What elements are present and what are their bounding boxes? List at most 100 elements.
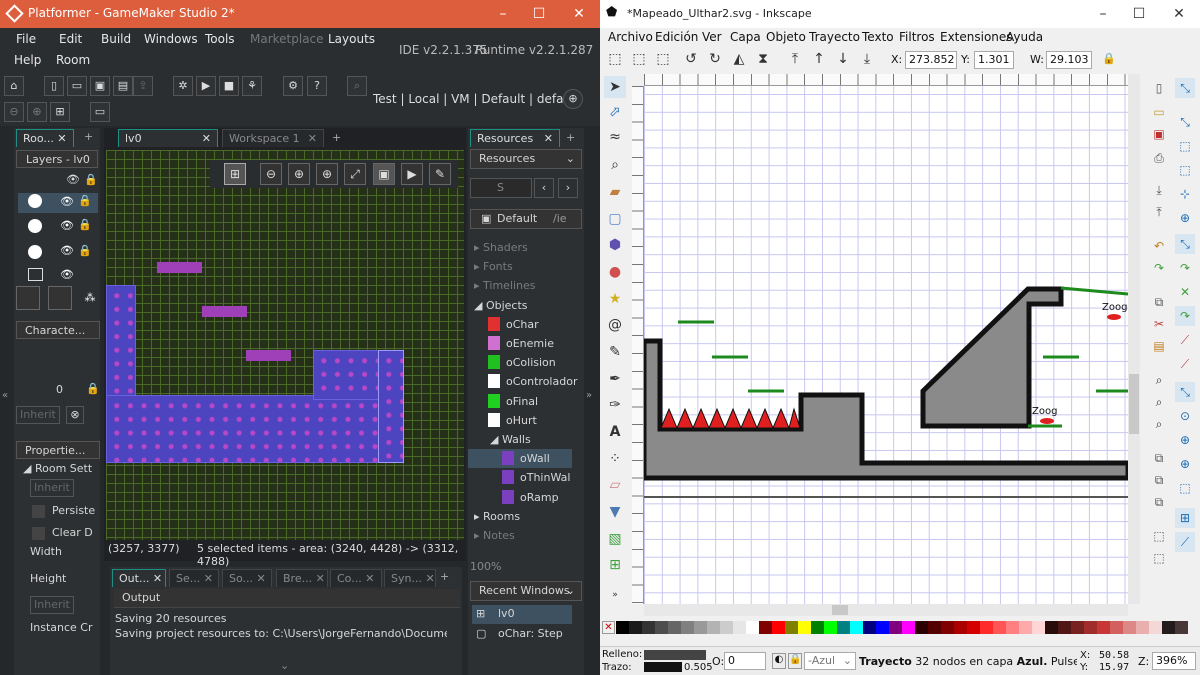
snap-bbox-edge-icon[interactable]: ⬚ bbox=[1175, 136, 1195, 156]
unlink-clone-icon[interactable]: ⧉ bbox=[1149, 492, 1169, 512]
tab-source-control[interactable]: So... ✕ bbox=[222, 569, 272, 587]
menu-capa[interactable]: Capa bbox=[730, 30, 761, 44]
fit-view-icon[interactable]: ⤢ bbox=[344, 163, 366, 185]
resource-item[interactable]: oThinWal bbox=[468, 468, 572, 487]
snap-toggle-icon[interactable]: ⤡ bbox=[1175, 78, 1195, 98]
properties-tab[interactable]: Propertie... bbox=[16, 441, 100, 459]
snap-object-center-icon[interactable]: ⊙ bbox=[1175, 406, 1195, 426]
palette-swatch[interactable] bbox=[1175, 621, 1188, 634]
select-all-layers-icon[interactable]: ⬚ bbox=[628, 48, 650, 70]
palette-swatch[interactable] bbox=[681, 621, 694, 634]
recent-item-lv0[interactable]: ⊞ lv0 bbox=[472, 605, 572, 624]
x-field[interactable]: 273.852 bbox=[905, 51, 957, 69]
selected-wall-tiles[interactable] bbox=[378, 350, 404, 463]
home-icon[interactable]: ⌂ bbox=[4, 76, 24, 96]
menu-ver[interactable]: Ver bbox=[702, 30, 722, 44]
layers-dropdown[interactable]: Layers - lv0 bbox=[16, 150, 98, 168]
menu-room[interactable]: Room bbox=[56, 53, 90, 67]
y-field[interactable]: 1.301 bbox=[974, 51, 1014, 69]
measure-tool-icon[interactable]: ▰ bbox=[604, 181, 626, 203]
snap-rotation-center-icon[interactable]: ⊕ bbox=[1175, 430, 1195, 450]
node-tool-icon[interactable]: ⬀ bbox=[604, 101, 626, 123]
menu-ayuda[interactable]: Ayuda bbox=[1006, 30, 1043, 44]
zoom-in-icon[interactable]: ⊕ bbox=[288, 163, 310, 185]
tab-search[interactable]: Se... ✕ bbox=[169, 569, 219, 587]
platform[interactable] bbox=[202, 306, 247, 317]
snap-center-icon[interactable]: ⊕ bbox=[1175, 208, 1195, 228]
palette-swatch[interactable] bbox=[850, 621, 863, 634]
open-icon[interactable]: ▭ bbox=[1149, 102, 1169, 122]
palette-swatch[interactable] bbox=[954, 621, 967, 634]
ellipse-tool-icon[interactable]: ● bbox=[604, 261, 626, 283]
target-config[interactable]: Default bbox=[481, 92, 525, 106]
tab-resources[interactable]: Resources ✕ bbox=[470, 129, 560, 147]
export-icon[interactable]: ⇪ bbox=[133, 76, 153, 96]
print-icon[interactable]: ⎙ bbox=[1149, 148, 1169, 168]
resource-item[interactable]: oColision bbox=[468, 353, 572, 372]
menu-edit[interactable]: Edit bbox=[59, 32, 82, 46]
palette-swatch[interactable] bbox=[967, 621, 980, 634]
nav-back-icon[interactable]: ‹ bbox=[534, 178, 554, 198]
platform[interactable] bbox=[157, 262, 202, 273]
palette-swatch[interactable] bbox=[720, 621, 733, 634]
tab-lv0[interactable]: lv0 ✕ bbox=[118, 129, 218, 147]
room-canvas[interactable] bbox=[106, 150, 464, 540]
characters-tab[interactable]: Characte... bbox=[16, 321, 100, 339]
vertical-scrollbar[interactable] bbox=[1128, 74, 1140, 604]
menu-tools[interactable]: Tools bbox=[205, 32, 235, 46]
resource-item[interactable]: ▸ Shaders bbox=[468, 238, 572, 257]
snap-grid-icon[interactable]: ⊞ bbox=[1175, 508, 1195, 528]
palette-swatch[interactable] bbox=[785, 621, 798, 634]
snap-smooth-icon[interactable]: ⟋ bbox=[1175, 330, 1195, 350]
inherit-settings-button[interactable]: Inherit bbox=[30, 479, 74, 497]
palette-swatch[interactable] bbox=[694, 621, 707, 634]
resource-item[interactable]: ◢ Walls bbox=[468, 430, 572, 449]
lock-ratio-icon[interactable]: 🔒 bbox=[1098, 48, 1120, 70]
snap-line-midpoint-icon[interactable]: ⟋ bbox=[1175, 354, 1195, 374]
paste-icon[interactable]: ▤ bbox=[1149, 336, 1169, 356]
menu-trayecto[interactable]: Trayecto bbox=[809, 30, 860, 44]
resource-item[interactable]: oWall bbox=[468, 449, 572, 469]
minimize-icon[interactable]: – bbox=[1086, 0, 1120, 28]
snap-cusp-icon[interactable]: ↷ bbox=[1175, 306, 1195, 326]
snap-midpoint-icon[interactable]: ⊹ bbox=[1175, 184, 1195, 204]
eraser-tool-icon[interactable]: ▱ bbox=[604, 474, 626, 496]
expand-output-icon[interactable]: ⌄ bbox=[280, 659, 289, 672]
palette-swatch[interactable] bbox=[811, 621, 824, 634]
menu-extensiones[interactable]: Extensiones bbox=[940, 30, 1013, 44]
clear-icon[interactable]: ⊗ bbox=[66, 406, 84, 424]
zoom-out-icon[interactable]: ⊖ bbox=[260, 163, 282, 185]
stroke-indicator[interactable] bbox=[644, 662, 682, 672]
palette-swatch[interactable] bbox=[824, 621, 837, 634]
resource-item[interactable]: oHurt bbox=[468, 411, 572, 430]
no-paint-swatch[interactable]: ✕ bbox=[602, 621, 615, 634]
snap-nodes-icon[interactable]: ⤡ bbox=[1175, 234, 1195, 254]
export-icon[interactable]: ⤒ bbox=[1149, 202, 1169, 222]
run-icon[interactable]: ▶ bbox=[196, 76, 216, 96]
menu-edicion[interactable]: Edición bbox=[655, 30, 698, 44]
menu-help[interactable]: Help bbox=[14, 53, 41, 67]
target-bar[interactable]: Test | Local | VM | Default | default bbox=[373, 92, 579, 106]
resource-item[interactable]: ▸ Rooms bbox=[468, 507, 572, 526]
duplicate-icon[interactable]: ⧉ bbox=[1149, 448, 1169, 468]
grid-tool-icon[interactable]: ⊞ bbox=[50, 102, 70, 122]
monitor-icon[interactable]: ▭ bbox=[90, 102, 110, 122]
tab-output[interactable]: Out... ✕ bbox=[112, 569, 166, 587]
palette-swatch[interactable] bbox=[863, 621, 876, 634]
new-document-icon[interactable]: ▯ bbox=[1149, 78, 1169, 98]
maximize-icon[interactable]: ☐ bbox=[1122, 0, 1156, 28]
menu-layouts[interactable]: Layouts bbox=[328, 32, 375, 46]
zoom-selection-icon[interactable]: ⌕ bbox=[1149, 370, 1169, 390]
frame-icon[interactable]: ▣ bbox=[373, 163, 395, 185]
target-options-icon[interactable]: ⊕ bbox=[563, 89, 583, 109]
persistent-checkbox[interactable] bbox=[32, 505, 45, 518]
opacity-field[interactable]: 0 bbox=[724, 652, 766, 670]
open-project-icon[interactable]: ▭ bbox=[67, 76, 87, 96]
palette-swatch[interactable] bbox=[1045, 621, 1058, 634]
pencil-tool-icon[interactable]: ✎ bbox=[604, 341, 626, 363]
palette-swatch[interactable] bbox=[1032, 621, 1045, 634]
zoom-field[interactable]: 396% bbox=[1152, 652, 1196, 670]
visibility-eye-icon[interactable]: 👁 bbox=[60, 195, 74, 208]
lower-icon[interactable]: ↓ bbox=[832, 48, 854, 70]
menu-texto[interactable]: Texto bbox=[862, 30, 894, 44]
